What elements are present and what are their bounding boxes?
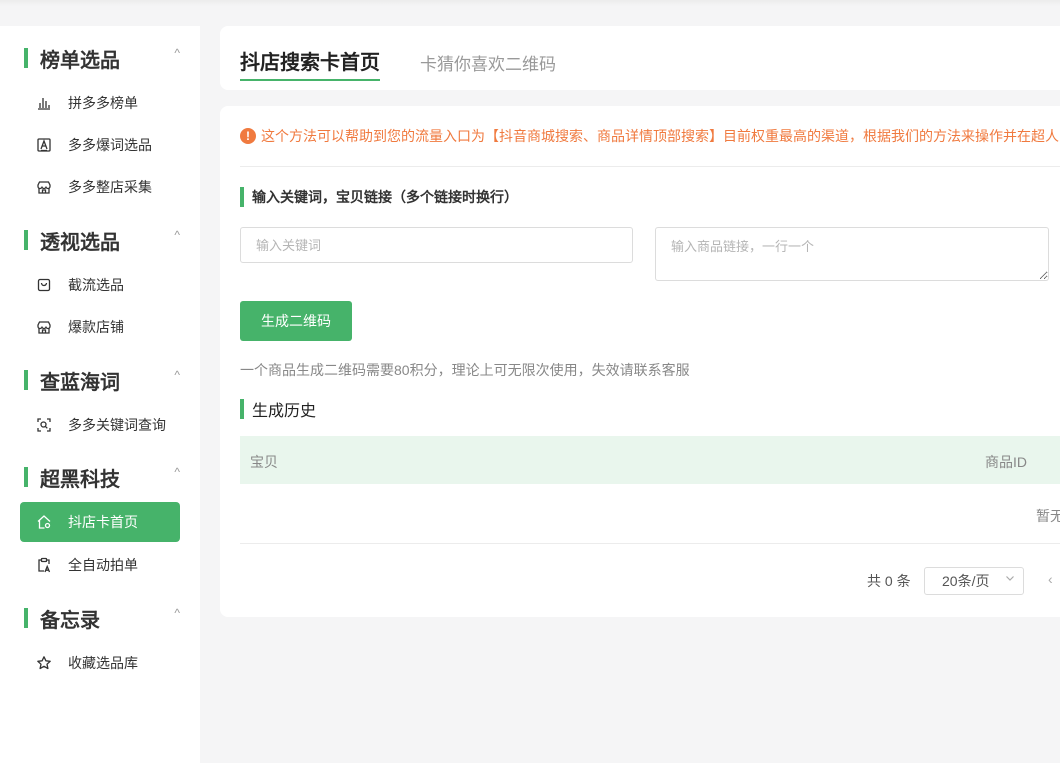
sidebar-item-label: 多多整店采集	[68, 179, 152, 195]
sidebar-item-label: 全自动拍单	[68, 557, 138, 573]
chevron-up-icon[interactable]: ^	[174, 465, 180, 479]
pagination-total: 共 0 条	[867, 573, 911, 589]
group-title-label: 备忘录	[40, 609, 100, 632]
warning-icon: !	[240, 128, 256, 144]
group-title-label: 透视选品	[40, 231, 120, 254]
chevron-up-icon[interactable]: ^	[174, 368, 180, 382]
prev-page-button[interactable]: ‹	[1048, 571, 1053, 587]
sidebar-item-label: 拼多多榜单	[68, 95, 138, 111]
page-size-select[interactable]: 20条/页	[924, 567, 1024, 595]
store-icon	[36, 319, 52, 335]
bar-chart-icon	[36, 95, 52, 111]
star-icon	[36, 655, 52, 671]
sidebar-item-label: 截流选品	[68, 277, 124, 293]
sidebar-item-store-collect[interactable]: 多多整店采集	[20, 167, 180, 207]
home-settings-icon	[36, 514, 52, 530]
sidebar-item-favorites[interactable]: 收藏选品库	[20, 643, 180, 683]
accent-bar	[240, 399, 244, 419]
chevron-up-icon[interactable]: ^	[174, 46, 180, 60]
form-section-label: 输入关键词，宝贝链接（多个链接时换行）	[252, 189, 518, 205]
sidebar-item-label: 爆款店铺	[68, 319, 124, 335]
group-title-label: 超黑科技	[40, 468, 120, 491]
chevron-up-icon[interactable]: ^	[174, 228, 180, 242]
sidebar-item-label: 抖店卡首页	[68, 514, 138, 530]
tab-label: 抖店搜索卡首页	[240, 52, 380, 74]
letter-a-box-icon	[36, 137, 52, 153]
empty-state-text: 暂无	[1036, 508, 1060, 524]
accent-bar	[24, 48, 28, 68]
scan-search-icon	[36, 417, 52, 433]
group-title-blue-ocean[interactable]: 查蓝海词 ^	[24, 368, 184, 394]
history-table-empty: 暂无	[240, 484, 1060, 544]
notice-banner: ! 这个方法可以帮助到您的流量入口为【抖音商城搜索、商品详情顶部搜索】目前权重最…	[240, 126, 1060, 146]
sidebar-item-hot-stores[interactable]: 爆款店铺	[20, 307, 180, 347]
sidebar-item-pdd-ranking[interactable]: 拼多多榜单	[20, 83, 180, 123]
tab-active-underline	[240, 79, 380, 81]
page-size-value: 20条/页	[942, 573, 990, 589]
tab-label: 卡猜你喜欢二维码	[420, 55, 556, 74]
accent-bar	[24, 370, 28, 390]
bag-icon	[36, 277, 52, 293]
accent-bar	[240, 187, 244, 207]
chevron-up-icon[interactable]: ^	[174, 606, 180, 620]
sidebar-item-intercept[interactable]: 截流选品	[20, 265, 180, 305]
cost-hint: 一个商品生成二维码需要80积分，理论上可无限次使用，失效请联系客服	[240, 362, 690, 378]
sidebar-item-label: 收藏选品库	[68, 655, 138, 671]
notice-text: 这个方法可以帮助到您的流量入口为【抖音商城搜索、商品详情顶部搜索】目前权重最高的…	[261, 128, 1059, 144]
sidebar-item-auto-order[interactable]: 全自动拍单	[20, 545, 180, 585]
accent-bar	[24, 467, 28, 487]
sidebar: 榜单选品 ^ 拼多多榜单 多多爆词选品 多多整店采集 透视选品 ^ 截流选品 爆…	[0, 26, 200, 763]
tab-guess-you-like-qrcode[interactable]: 卡猜你喜欢二维码	[420, 50, 556, 75]
divider	[240, 166, 1060, 167]
chevron-down-icon	[1005, 573, 1015, 586]
column-header-product-id: 商品ID	[985, 454, 1027, 470]
top-shadow	[0, 0, 1060, 6]
store-icon	[36, 179, 52, 195]
column-header-item: 宝贝	[250, 454, 278, 470]
group-title-insight[interactable]: 透视选品 ^	[24, 228, 184, 254]
group-title-ranking[interactable]: 榜单选品 ^	[24, 46, 184, 72]
sidebar-item-label: 多多爆词选品	[68, 137, 152, 153]
group-title-tech[interactable]: 超黑科技 ^	[24, 465, 184, 491]
accent-bar	[24, 230, 28, 250]
sidebar-item-hot-words[interactable]: 多多爆词选品	[20, 125, 180, 165]
group-title-memo[interactable]: 备忘录 ^	[24, 606, 184, 632]
history-section-title: 生成历史	[240, 397, 316, 421]
history-title: 生成历史	[252, 403, 317, 420]
accent-bar	[24, 608, 28, 628]
sidebar-item-label: 多多关键词查询	[68, 417, 166, 433]
group-title-label: 查蓝海词	[40, 371, 120, 394]
product-links-textarea[interactable]	[655, 227, 1049, 281]
main-panel: ! 这个方法可以帮助到您的流量入口为【抖音商城搜索、商品详情顶部搜索】目前权重最…	[220, 106, 1060, 617]
clipboard-a-icon	[36, 557, 52, 573]
form-section-title: 输入关键词，宝贝链接（多个链接时换行）	[240, 187, 518, 207]
tab-douyin-search-card[interactable]: 抖店搜索卡首页	[240, 46, 380, 81]
keyword-input[interactable]	[240, 227, 633, 263]
sidebar-item-douyin-card-home[interactable]: 抖店卡首页	[20, 502, 180, 542]
generate-qrcode-button[interactable]: 生成二维码	[240, 301, 352, 341]
sidebar-item-keyword-query[interactable]: 多多关键词查询	[20, 405, 180, 445]
history-table-header: 宝贝 商品ID	[240, 436, 1060, 484]
group-title-label: 榜单选品	[40, 49, 120, 72]
tab-bar: 抖店搜索卡首页 卡猜你喜欢二维码	[220, 26, 1060, 90]
